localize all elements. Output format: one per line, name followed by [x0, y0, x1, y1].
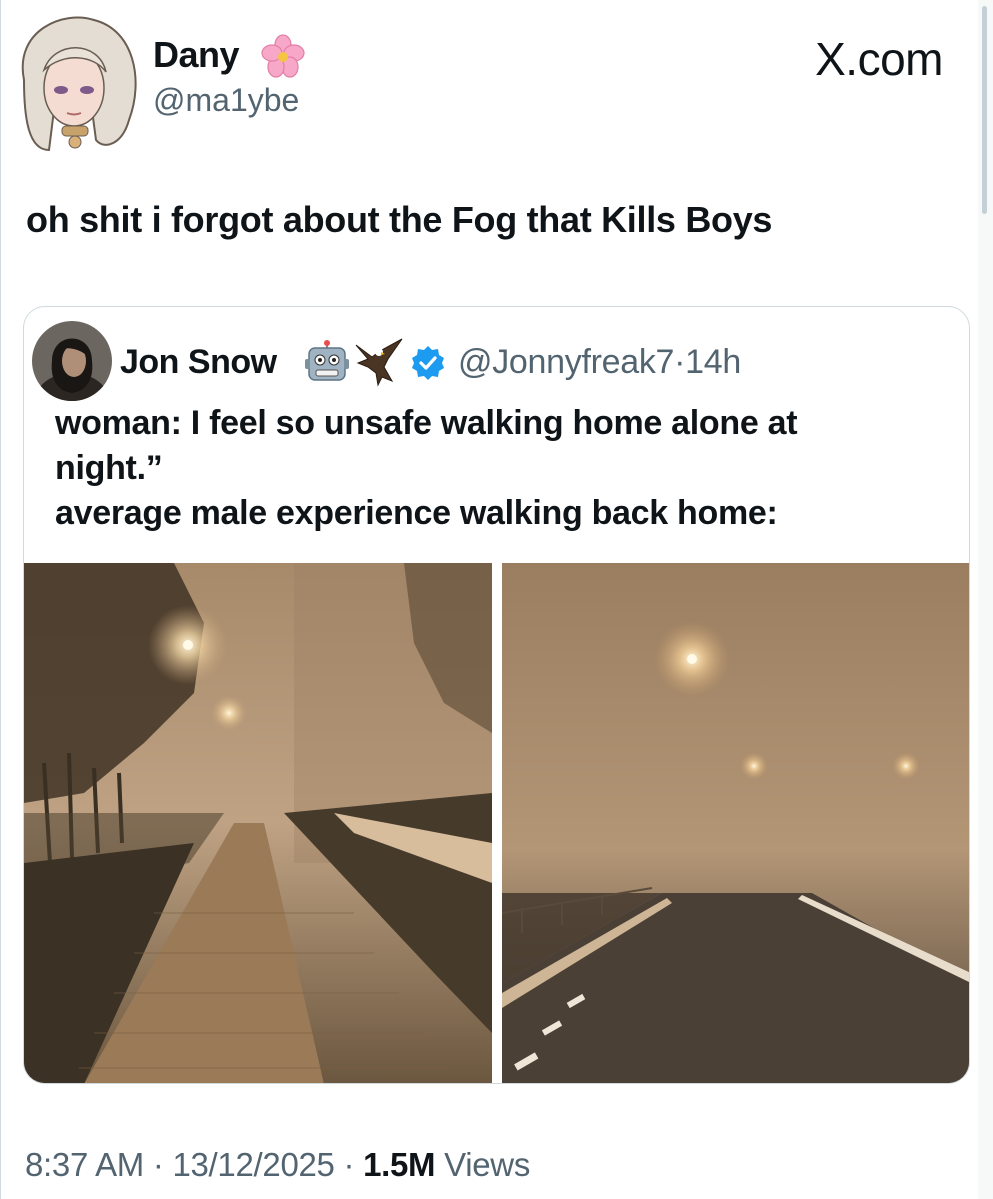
photo-gap: [492, 563, 502, 1083]
quoted-text-line: woman: I feel so unsafe walking home alo…: [55, 404, 798, 442]
quoted-text-line: average male experience walking back hom…: [55, 494, 778, 532]
foggy-road-photo[interactable]: [502, 563, 969, 1083]
quoted-author-avatar[interactable]: [32, 321, 112, 401]
footer-dot: ·: [152, 1146, 164, 1183]
views-count[interactable]: 1.5M: [363, 1146, 435, 1183]
views-label: Views: [444, 1146, 531, 1183]
cherry-blossom-icon: [260, 34, 306, 80]
author-handle[interactable]: @ma1ybe: [153, 82, 299, 119]
tweet-text: oh shit i forgot about the Fog that Kill…: [26, 199, 773, 240]
brand-label: X.com: [815, 33, 943, 85]
tweet-time[interactable]: 8:37 AM: [25, 1146, 144, 1183]
quoted-author-display-name[interactable]: Jon Snow: [120, 343, 277, 382]
foggy-sidewalk-photo[interactable]: [24, 563, 492, 1083]
robot-icon: [304, 339, 350, 385]
author-avatar[interactable]: [4, 10, 150, 160]
verified-badge-icon: [410, 345, 446, 381]
quoted-author-handle[interactable]: @Jonnyfreak7: [458, 343, 674, 381]
footer-dot: ·: [343, 1146, 355, 1183]
meta-separator: ·: [674, 343, 686, 381]
quoted-text-line: night.”: [55, 449, 163, 487]
author-display-name[interactable]: Dany: [153, 34, 240, 76]
quoted-tweet-card[interactable]: Jon Snow @Jonnyfreak7·14h woman: I feel …: [23, 306, 970, 1084]
eagle-icon: [354, 337, 404, 387]
tweet-date[interactable]: 13/12/2025: [172, 1146, 334, 1183]
scrollbar[interactable]: [978, 0, 993, 1199]
scrollbar-thumb[interactable]: [982, 6, 987, 214]
quoted-meta: @Jonnyfreak7·14h: [458, 343, 741, 382]
quoted-time[interactable]: 14h: [685, 343, 741, 381]
tweet-footer: 8:37 AM · 13/12/2025 · 1.5M Views: [25, 1146, 530, 1184]
quoted-tweet-text: woman: I feel so unsafe walking home alo…: [55, 401, 955, 536]
